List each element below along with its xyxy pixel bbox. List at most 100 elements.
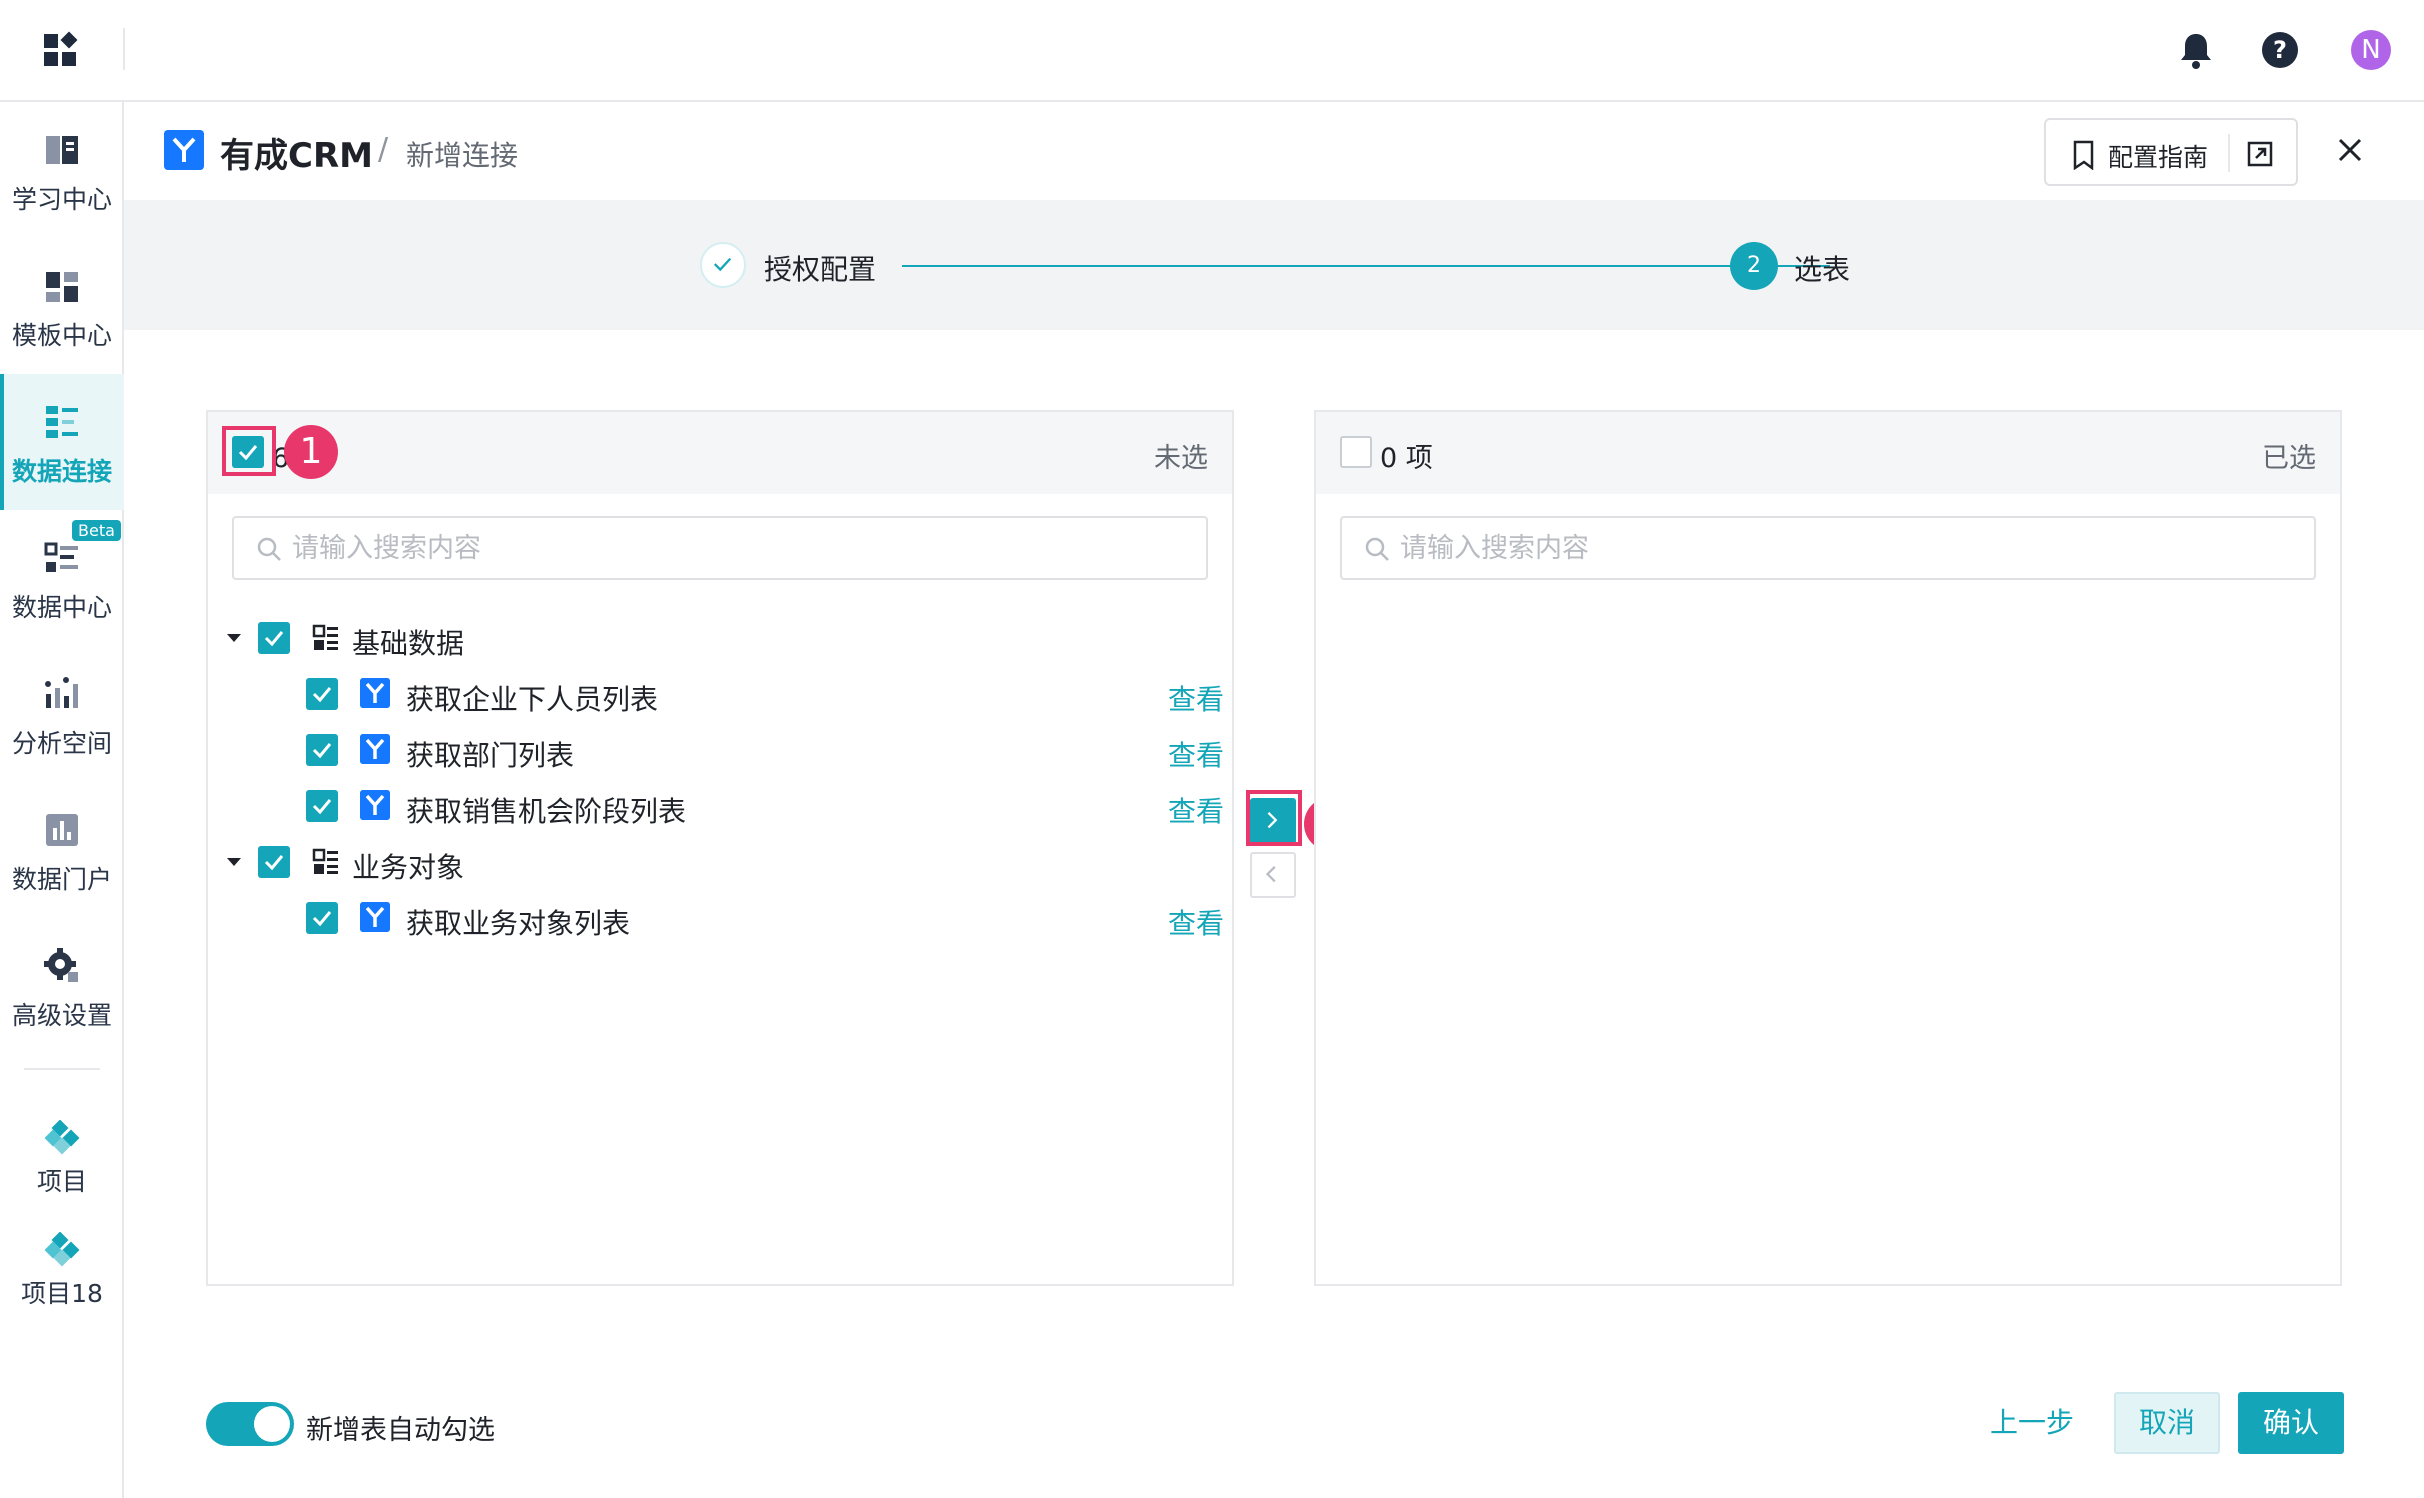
close-icon[interactable] — [2330, 130, 2370, 170]
template-icon — [46, 272, 78, 302]
page-header: 有成CRM / 新增连接 配置指南 — [124, 102, 2424, 200]
sidebar-item-learning[interactable]: 学习中心 — [0, 102, 124, 238]
view-link[interactable]: 查看 — [1168, 678, 1224, 718]
group-folder-icon — [312, 848, 338, 874]
breadcrumb-separator: / — [378, 132, 389, 167]
table-row[interactable]: 获取部门列表 查看 — [208, 722, 1232, 778]
sidebar-item-label: 学习中心 — [11, 185, 112, 214]
project-diamond-icon — [44, 1120, 80, 1155]
view-link[interactable]: 查看 — [1168, 790, 1224, 830]
sidebar: 学习中心 模板中心 数据连接 Beta 数据中心 分析空间 数据门户 高级设置 … — [0, 102, 124, 1498]
crm-source-icon — [360, 902, 390, 932]
check-icon — [312, 687, 332, 703]
project-diamond-icon — [44, 1232, 80, 1267]
crm-source-icon — [360, 790, 390, 820]
sidebar-item-data-center[interactable]: Beta 数据中心 — [0, 510, 124, 646]
project-label: 项目18 — [21, 1279, 103, 1308]
confirm-button[interactable]: 确认 — [2238, 1392, 2344, 1454]
steps-bar: 授权配置 2 选表 — [124, 200, 2424, 330]
sidebar-item-advanced-settings[interactable]: 高级设置 — [0, 918, 124, 1054]
check-icon — [312, 799, 332, 815]
config-guide-button[interactable]: 配置指南 — [2044, 118, 2298, 186]
sidebar-item-label: 数据中心 — [11, 593, 112, 622]
table-label: 获取销售机会阶段列表 — [406, 795, 687, 828]
group-checkbox[interactable] — [258, 622, 290, 654]
check-icon — [312, 911, 332, 927]
sidebar-item-label: 高级设置 — [11, 1001, 112, 1030]
step-label: 选表 — [1794, 253, 1851, 286]
sidebar-project-item[interactable]: 项目 — [0, 1114, 124, 1214]
item-checkbox[interactable] — [306, 678, 338, 710]
analysis-icon — [45, 677, 78, 708]
step-done-indicator — [700, 242, 746, 288]
avatar[interactable]: N — [2351, 30, 2391, 70]
tree-group-row[interactable]: 基础数据 — [208, 610, 1232, 666]
check-icon — [264, 631, 284, 647]
crm-source-icon — [360, 734, 390, 764]
selected-list-panel: 0 项 已选 — [1314, 410, 2342, 1286]
group-label: 业务对象 — [352, 851, 465, 884]
move-left-button[interactable] — [1250, 852, 1296, 898]
group-checkbox[interactable] — [258, 846, 290, 878]
sidebar-item-portal[interactable]: 数据门户 — [0, 782, 124, 918]
sidebar-item-data-connection[interactable]: 数据连接 — [0, 374, 124, 510]
panel-status: 未选 — [1154, 443, 1208, 474]
breadcrumb-current: 新增连接 — [406, 139, 519, 172]
source-list-panel: 6 项 未选 基础数据 获取企业下人员列表 — [206, 410, 1234, 1286]
table-row[interactable]: 获取业务对象列表 查看 — [208, 890, 1232, 946]
search-input[interactable] — [292, 528, 1192, 568]
search-input[interactable] — [1400, 528, 2300, 568]
sidebar-divider — [24, 1068, 100, 1070]
panel-header: 6 项 未选 — [208, 412, 1232, 494]
auto-select-toggle[interactable] — [206, 1402, 294, 1446]
view-link[interactable]: 查看 — [1168, 734, 1224, 774]
caret-down-icon[interactable] — [224, 628, 244, 648]
book-icon — [46, 136, 78, 164]
data-connection-icon — [46, 406, 78, 438]
table-label: 获取业务对象列表 — [406, 907, 631, 940]
data-center-icon — [44, 542, 78, 572]
sidebar-item-analysis[interactable]: 分析空间 — [0, 646, 124, 782]
highlight-box — [222, 426, 276, 476]
question-circle-icon[interactable]: ? — [2260, 30, 2300, 70]
table-row[interactable]: 获取企业下人员列表 查看 — [208, 666, 1232, 722]
previous-step-button[interactable]: 上一步 — [1972, 1392, 2092, 1454]
step-badge: 1 — [284, 425, 338, 479]
external-link-icon[interactable] — [2246, 140, 2274, 168]
item-checkbox[interactable] — [306, 790, 338, 822]
cancel-button[interactable]: 取消 — [2114, 1392, 2220, 1454]
item-count: 0 项 — [1380, 443, 1433, 474]
search-icon — [257, 537, 281, 561]
search-icon — [1365, 537, 1389, 561]
group-label: 基础数据 — [352, 627, 465, 660]
sidebar-project-item[interactable]: 项目18 — [0, 1226, 124, 1326]
select-all-checkbox[interactable] — [1340, 436, 1372, 468]
sidebar-item-template[interactable]: 模板中心 — [0, 238, 124, 374]
search-box[interactable] — [232, 516, 1208, 580]
sidebar-item-label: 数据门户 — [11, 865, 112, 894]
portal-icon — [46, 814, 78, 846]
highlight-box — [1246, 790, 1302, 846]
item-checkbox[interactable] — [306, 902, 338, 934]
svg-text:?: ? — [2273, 36, 2287, 64]
tree-group-row[interactable]: 业务对象 — [208, 834, 1232, 890]
caret-down-icon[interactable] — [224, 852, 244, 872]
table-row[interactable]: 获取销售机会阶段列表 查看 — [208, 778, 1232, 834]
search-box[interactable] — [1340, 516, 2316, 580]
view-link[interactable]: 查看 — [1168, 902, 1224, 942]
top-bar: ? N — [0, 0, 2424, 102]
chevron-left-icon — [1265, 865, 1276, 883]
panel-status: 已选 — [2262, 443, 2316, 474]
step-label: 授权配置 — [764, 253, 877, 286]
document-icon — [2073, 140, 2094, 170]
check-icon — [264, 855, 284, 871]
crm-source-icon — [360, 678, 390, 708]
sidebar-item-label: 模板中心 — [11, 321, 112, 350]
button-divider — [2228, 134, 2230, 172]
item-checkbox[interactable] — [306, 734, 338, 766]
apps-grid-icon[interactable] — [42, 30, 82, 70]
panel-header: 0 项 已选 — [1316, 412, 2340, 494]
bell-icon[interactable] — [2176, 30, 2216, 70]
sidebar-item-label: 分析空间 — [11, 729, 112, 758]
check-icon — [713, 257, 732, 272]
